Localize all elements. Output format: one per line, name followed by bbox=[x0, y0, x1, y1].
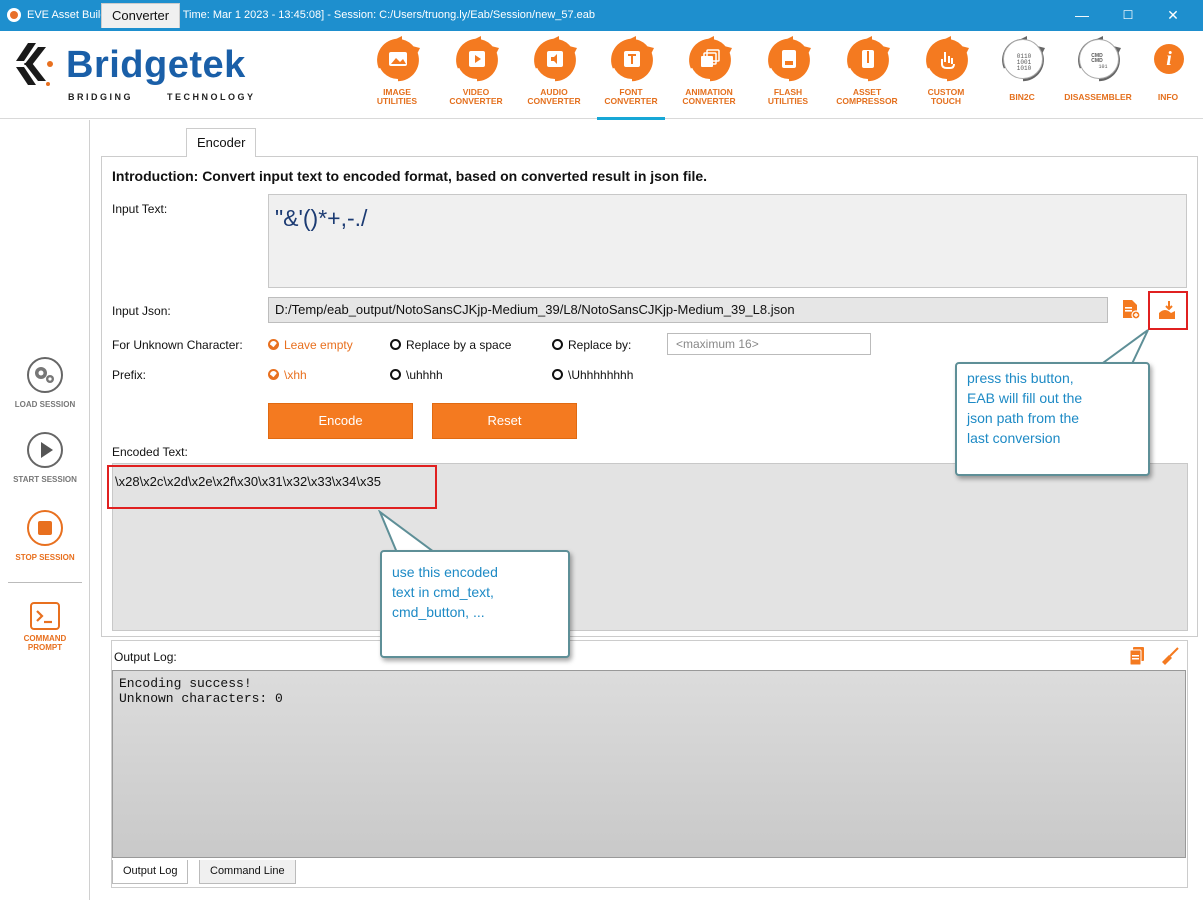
tool-label: ANIMATION CONVERTER bbox=[682, 87, 736, 106]
radio-prefix-xhh-label: \xhh bbox=[284, 368, 307, 382]
tool-font[interactable]: FONT CONVERTER bbox=[593, 36, 669, 120]
radio-leave-empty[interactable]: Leave empty bbox=[268, 338, 353, 352]
terminal-icon bbox=[30, 602, 60, 630]
radio-circle-icon bbox=[390, 369, 401, 380]
tool-animation[interactable]: ANIMATION CONVERTER bbox=[671, 36, 747, 117]
radio-prefix-uhhhh-label: \uhhhh bbox=[406, 368, 443, 382]
tool-label: DISASSEMBLER bbox=[1064, 92, 1132, 102]
clear-log-icon[interactable] bbox=[1160, 646, 1180, 666]
svg-text:1010: 1010 bbox=[1017, 65, 1032, 71]
check-circle-icon bbox=[268, 339, 279, 350]
tool-video[interactable]: VIDEO CONVERTER bbox=[438, 36, 514, 117]
input-text-label: Input Text: bbox=[112, 202, 168, 216]
tool-info[interactable]: i INFO bbox=[1130, 37, 1203, 117]
sidebar-divider bbox=[8, 582, 82, 583]
radio-replace-by[interactable]: Replace by: bbox=[552, 338, 631, 352]
tool-touch[interactable]: CUSTOM TOUCH bbox=[908, 36, 984, 117]
tool-label: BIN2C bbox=[1009, 92, 1035, 102]
load-session-label: LOAD SESSION bbox=[14, 400, 76, 409]
encode-button[interactable]: Encode bbox=[268, 403, 413, 439]
input-json-label: Input Json: bbox=[112, 304, 171, 318]
disassembler-icon: CMD CMD 101 bbox=[1079, 39, 1119, 79]
tool-label: INFO bbox=[1157, 92, 1179, 102]
tab-encoder[interactable]: Encoder bbox=[186, 128, 257, 157]
radio-circle-icon bbox=[552, 339, 563, 350]
highlight-box-encoded bbox=[107, 465, 437, 509]
tool-audio[interactable]: AUDIO CONVERTER bbox=[516, 36, 592, 117]
gears-icon bbox=[27, 357, 63, 393]
radio-prefix-Uhhhhhhhh[interactable]: \Uhhhhhhhh bbox=[552, 368, 633, 382]
stop-icon bbox=[27, 510, 63, 546]
tagline-left: BRIDGING bbox=[68, 92, 133, 102]
image-icon bbox=[378, 39, 418, 79]
compressor-icon bbox=[848, 39, 888, 79]
tool-flash[interactable]: FLASH UTILITIES bbox=[750, 36, 826, 117]
copy-log-icon[interactable] bbox=[1128, 646, 1146, 666]
brand-tagline: BRIDGING TECHNOLOGY bbox=[68, 92, 290, 102]
close-button[interactable]: ✕ bbox=[1150, 0, 1196, 31]
callout-json-tip: press this button, EAB will fill out the… bbox=[955, 362, 1150, 476]
app-icon bbox=[7, 8, 21, 22]
input-json-field[interactable]: D:/Temp/eab_output/NotoSansCJKjp-Medium_… bbox=[268, 297, 1108, 323]
prefix-label: Prefix: bbox=[112, 368, 147, 382]
radio-replace-by-label: Replace by: bbox=[568, 338, 632, 352]
play-icon bbox=[27, 432, 63, 468]
tool-label: VIDEO CONVERTER bbox=[449, 87, 503, 106]
stop-session-label: STOP SESSION bbox=[15, 553, 75, 562]
radio-circle-icon bbox=[390, 339, 401, 350]
svg-text:101: 101 bbox=[1098, 64, 1107, 70]
tab-command-line[interactable]: Command Line bbox=[199, 860, 296, 884]
tool-compressor[interactable]: ASSET COMPRESSOR bbox=[829, 36, 905, 117]
video-icon bbox=[457, 39, 497, 79]
autofill-json-icon[interactable] bbox=[1157, 299, 1179, 321]
browse-file-icon[interactable] bbox=[1119, 298, 1141, 320]
start-session-label: START SESSION bbox=[13, 475, 77, 484]
header-toolbar: Bridgetek BRIDGING TECHNOLOGY IMAGE UTILI… bbox=[0, 31, 1203, 120]
font-icon bbox=[612, 39, 652, 79]
radio-circle-icon bbox=[552, 369, 563, 380]
tool-label: FONT CONVERTER bbox=[604, 87, 658, 106]
animation-icon bbox=[690, 39, 730, 79]
tool-image[interactable]: IMAGE UTILITIES bbox=[359, 36, 435, 117]
output-log-label: Output Log: bbox=[114, 650, 177, 664]
tool-label: IMAGE UTILITIES bbox=[376, 87, 418, 106]
tab-output-log[interactable]: Output Log bbox=[112, 860, 189, 884]
input-text-field[interactable]: "&'()*+,-./ bbox=[268, 194, 1187, 288]
radio-leave-empty-label: Leave empty bbox=[284, 338, 353, 352]
radio-replace-space-label: Replace by a space bbox=[406, 338, 512, 352]
binary-icon: 0110 1001 1010 bbox=[1003, 39, 1043, 79]
flash-icon bbox=[769, 39, 809, 79]
tool-label: ASSET COMPRESSOR bbox=[836, 87, 898, 106]
audio-icon bbox=[535, 39, 575, 79]
callout-tail-encoded bbox=[378, 510, 440, 555]
output-log-text[interactable]: Encoding success! Unknown characters: 0 bbox=[112, 670, 1186, 858]
tab-converter[interactable]: Converter bbox=[101, 3, 181, 28]
tool-binary[interactable]: 0110 1001 1010 BIN2C bbox=[984, 36, 1060, 117]
tool-label: FLASH UTILITIES bbox=[767, 87, 809, 106]
radio-replace-space[interactable]: Replace by a space bbox=[390, 338, 511, 352]
tool-label: CUSTOM TOUCH bbox=[927, 87, 965, 106]
radio-prefix-uhhhh[interactable]: \uhhhh bbox=[390, 368, 443, 382]
command-prompt-label: COMMAND PROMPT bbox=[23, 634, 67, 652]
maximize-button[interactable]: ☐ bbox=[1105, 0, 1151, 31]
sidebar: LOAD SESSION START SESSION STOP SESSION … bbox=[0, 120, 90, 900]
minimize-button[interactable]: — bbox=[1059, 0, 1105, 31]
tagline-right: TECHNOLOGY bbox=[167, 92, 256, 102]
brand-name: Bridgetek bbox=[66, 44, 246, 86]
tool-disassembler[interactable]: CMD CMD 101 DISASSEMBLER bbox=[1060, 36, 1136, 117]
reset-button[interactable]: Reset bbox=[432, 403, 577, 439]
replace-by-input[interactable]: <maximum 16> bbox=[667, 333, 871, 355]
radio-prefix-Uhhhhhhhh-label: \Uhhhhhhhh bbox=[568, 368, 634, 382]
unknown-char-label: For Unknown Character: bbox=[112, 338, 243, 352]
touch-icon bbox=[927, 39, 967, 79]
radio-prefix-xhh[interactable]: \xhh bbox=[268, 368, 307, 382]
bridgetek-logo-icon bbox=[16, 43, 53, 86]
title-bar: EVE Asset Builder v2.9.0 [Build Time: Ma… bbox=[0, 0, 1203, 31]
check-circle-icon bbox=[268, 369, 279, 380]
encoded-text-label: Encoded Text: bbox=[112, 445, 188, 459]
callout-encoded-tip: use this encoded text in cmd_text, cmd_b… bbox=[380, 550, 570, 658]
tool-label: AUDIO CONVERTER bbox=[527, 87, 581, 106]
intro-heading: Introduction: Convert input text to enco… bbox=[112, 168, 708, 184]
info-icon: i bbox=[1154, 44, 1184, 74]
